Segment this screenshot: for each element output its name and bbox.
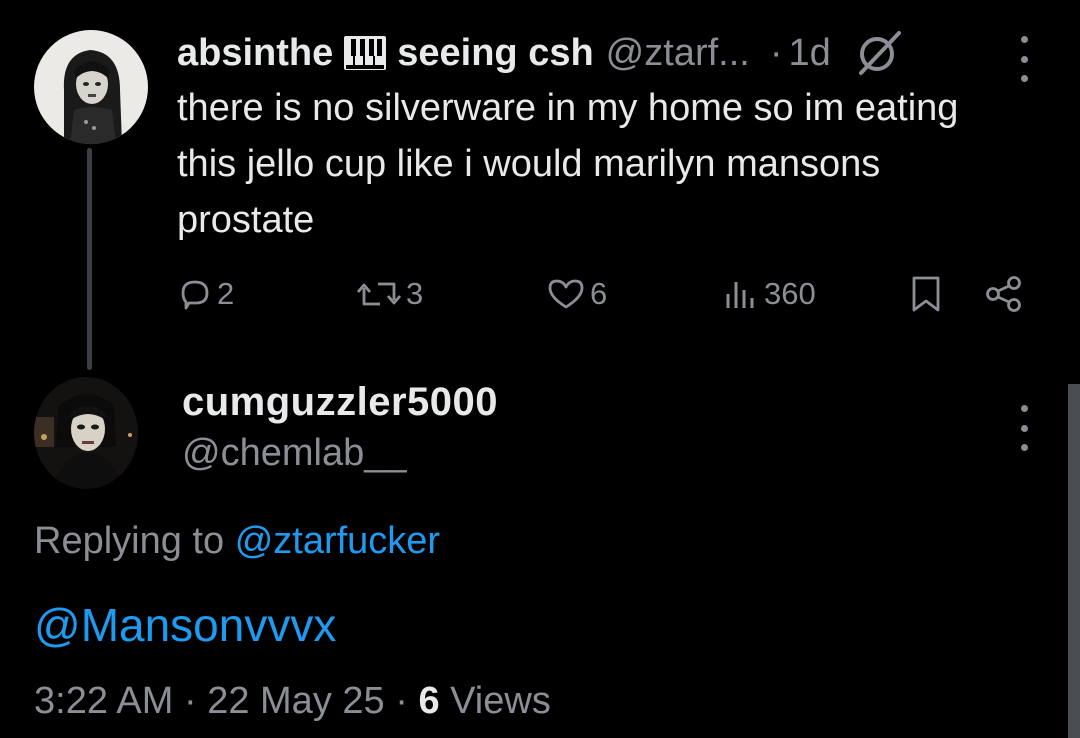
retweet-count: 3	[406, 276, 424, 311]
separator: ·	[769, 31, 783, 74]
retweet-icon	[356, 276, 402, 312]
bookmark-button[interactable]	[908, 272, 944, 316]
avatar[interactable]	[34, 377, 138, 489]
action-bar: 2 3 6 360	[0, 272, 1080, 316]
more-options-icon[interactable]	[1014, 405, 1034, 451]
separator: ·	[395, 680, 408, 722]
handle[interactable]: @ztarf...	[606, 32, 750, 75]
post-header: absinthe seeing csh @ztarf... · 1d	[177, 28, 905, 78]
reply-button[interactable]: 2	[177, 272, 234, 316]
reply-count: 2	[217, 276, 235, 311]
share-icon	[984, 274, 1024, 314]
analytics-icon	[722, 276, 760, 312]
reply-handle[interactable]: @chemlab__	[182, 432, 406, 475]
heart-icon	[546, 276, 586, 312]
retweet-button[interactable]: 3	[356, 272, 423, 316]
reply-views-label: Views	[450, 680, 551, 722]
reply-time[interactable]: 3:22 AM	[34, 680, 173, 722]
reply-date[interactable]: 22 May 25	[207, 680, 384, 722]
reply-display-name[interactable]: cumguzzler5000	[182, 380, 498, 425]
grok-icon[interactable]	[853, 27, 905, 79]
bookmark-icon	[908, 274, 944, 314]
replying-prefix: Replying to	[34, 520, 225, 562]
thread-line	[87, 148, 92, 370]
reply-meta: 3:22 AM · 22 May 25 · 6 Views	[34, 680, 551, 723]
avatar[interactable]	[34, 30, 148, 144]
views-button[interactable]: 360	[722, 272, 816, 316]
reply-icon	[177, 276, 213, 312]
display-name[interactable]: absinthe	[177, 32, 333, 75]
like-count: 6	[590, 276, 608, 311]
more-options-icon[interactable]	[1014, 36, 1034, 82]
share-button[interactable]	[984, 272, 1024, 316]
views-count: 360	[764, 276, 816, 311]
timestamp[interactable]: 1d	[788, 32, 830, 75]
replying-to-mention[interactable]: @ztarfucker	[235, 520, 440, 562]
display-name-suffix[interactable]: seeing csh	[397, 32, 593, 75]
piano-keys-icon	[343, 35, 387, 71]
tweet-text: there is no silverware in my home so im …	[177, 87, 959, 241]
scrollbar[interactable]	[1068, 384, 1080, 738]
like-button[interactable]: 6	[546, 272, 607, 316]
replying-to-line: Replying to @ztarfucker	[34, 520, 440, 563]
separator: ·	[183, 680, 197, 722]
reply-views-count: 6	[418, 680, 440, 722]
reply-text-mention[interactable]: @Mansonvvvx	[34, 598, 336, 652]
